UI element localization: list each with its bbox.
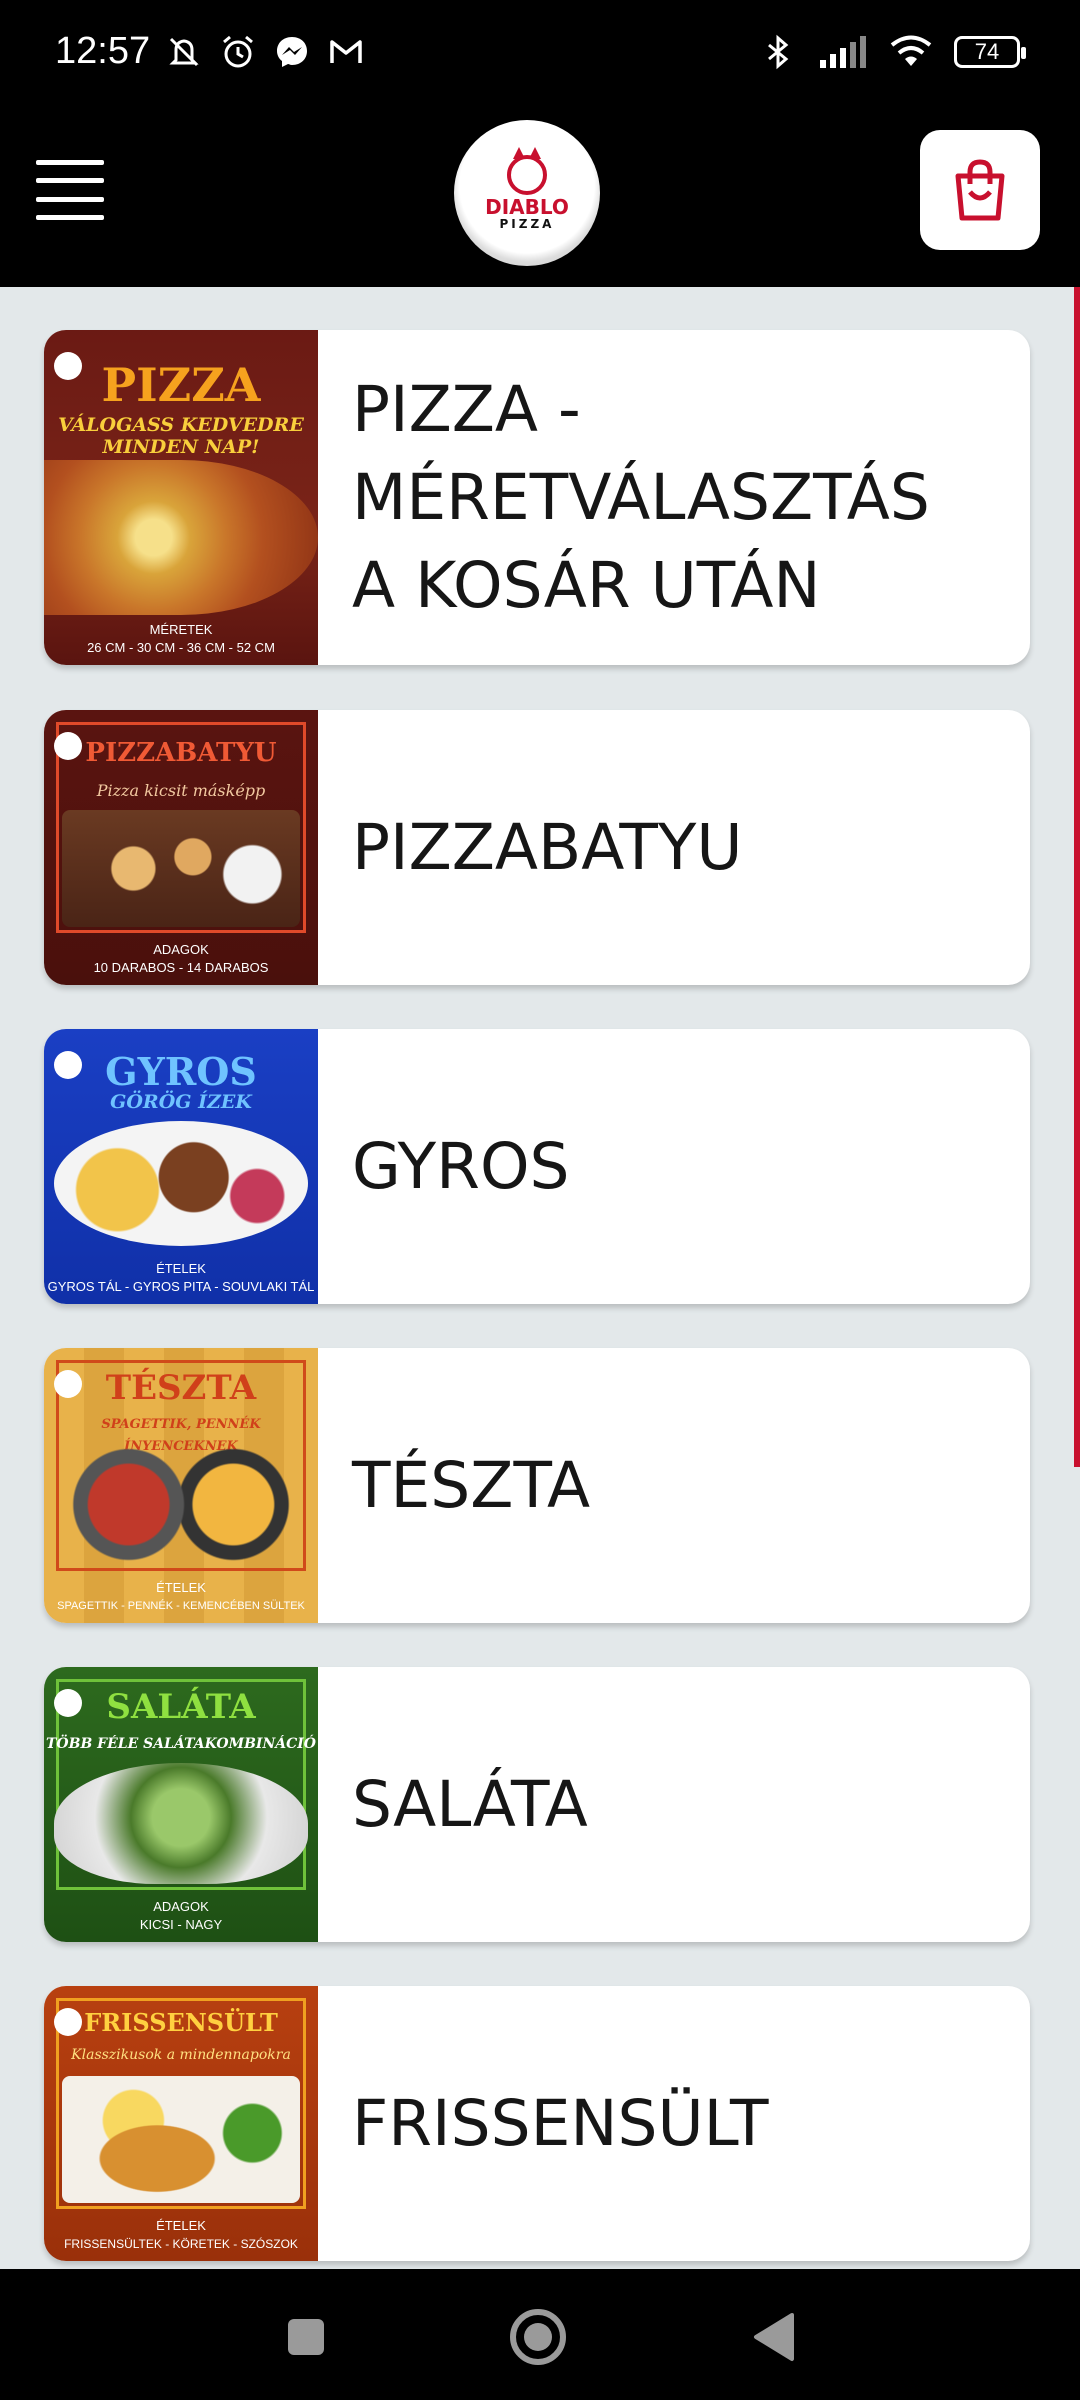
- image-title: SALÁTA: [106, 1687, 256, 1727]
- logo-subtext: PIZZA: [499, 217, 555, 231]
- pizzabatyu-photo: [62, 810, 300, 927]
- frissensult-photo: [62, 2076, 300, 2203]
- category-card-teszta[interactable]: TÉSZTA SPAGETTIK, PENNÉK ÍNYENCEKNEK ÉTE…: [44, 1348, 1030, 1623]
- image-subtitle: GÖRÖG ÍZEK: [110, 1091, 252, 1113]
- gyros-image: GYROS GÖRÖG ÍZEK ÉTELEK GYROS TÁL - GYRO…: [44, 1029, 318, 1304]
- devil-icon: [507, 147, 547, 195]
- logo-text: DIABLO: [485, 195, 569, 219]
- hamburger-icon[interactable]: [36, 160, 104, 220]
- mute-icon: [169, 37, 199, 66]
- gyros-photo: [54, 1121, 308, 1246]
- image-subtitle: VÁLOGASS KEDVEDRE MINDEN NAP!: [58, 414, 304, 458]
- category-card-salata[interactable]: SALÁTA TÖBB FÉLE SALÁTAKOMBINÁCIÓ ADAGOK…: [44, 1667, 1030, 1942]
- image-footer: ÉTELEK FRISSENSÜLTEK - KÖRETEK - SZÓSZOK: [64, 2218, 298, 2251]
- image-title: PIZZA: [101, 358, 261, 412]
- pizza-image: PIZZA VÁLOGASS KEDVEDRE MINDEN NAP! MÉRE…: [44, 330, 318, 665]
- category-card-frissensult[interactable]: FRISSENSÜLT Klasszikusok a mindennapokra…: [44, 1986, 1030, 2261]
- category-card-pizzabatyu[interactable]: PIZZABATYU Pizza kicsit másképp ADAGOK 1…: [44, 710, 1030, 985]
- pizzabatyu-image: PIZZABATYU Pizza kicsit másképp ADAGOK 1…: [44, 710, 318, 985]
- pizza-photo: [44, 460, 318, 615]
- scrollbar[interactable]: [1074, 287, 1080, 1467]
- shopping-bag-icon: [955, 159, 1005, 221]
- recents-icon: [288, 2319, 324, 2355]
- category-list[interactable]: PIZZA VÁLOGASS KEDVEDRE MINDEN NAP! MÉRE…: [0, 287, 1080, 2269]
- teszta-photo: [62, 1444, 300, 1565]
- category-label: PIZZA - MÉRETVÁLASZTÁS A KOSÁR UTÁN: [352, 372, 930, 622]
- image-title: FRISSENSÜLT: [84, 2008, 278, 2037]
- gmail-icon: [330, 39, 362, 63]
- back-icon: [754, 2313, 794, 2361]
- category-card-gyros[interactable]: GYROS GÖRÖG ÍZEK ÉTELEK GYROS TÁL - GYRO…: [44, 1029, 1030, 1304]
- app-bar: DIABLO PIZZA: [0, 112, 1080, 287]
- image-footer: ADAGOK KICSI - NAGY: [139, 1899, 223, 1932]
- salata-image: SALÁTA TÖBB FÉLE SALÁTAKOMBINÁCIÓ ADAGOK…: [44, 1667, 318, 1942]
- salata-photo: [54, 1763, 308, 1884]
- category-label: SALÁTA: [352, 1767, 588, 1841]
- signal-icon: [820, 36, 866, 68]
- clock: 12:57: [55, 30, 151, 72]
- image-footer: ÉTELEK GYROS TÁL - GYROS PITA - SOUVLAKI…: [47, 1261, 315, 1294]
- bluetooth-icon: [768, 34, 789, 70]
- category-label: TÉSZTA: [352, 1448, 591, 1522]
- category-label: GYROS: [352, 1129, 570, 1203]
- logo[interactable]: DIABLO PIZZA: [454, 120, 600, 266]
- image-footer: ADAGOK 10 DARABOS - 14 DARABOS: [93, 942, 269, 975]
- recents-button[interactable]: [276, 2307, 336, 2367]
- cart-button[interactable]: [920, 130, 1040, 250]
- battery-icon: 74: [954, 36, 1026, 68]
- home-icon: [510, 2309, 566, 2365]
- category-label: PIZZABATYU: [352, 810, 743, 884]
- teszta-image: TÉSZTA SPAGETTIK, PENNÉK ÍNYENCEKNEK ÉTE…: [44, 1348, 318, 1623]
- messenger-icon: [277, 36, 308, 67]
- system-nav-bar: [0, 2269, 1080, 2400]
- image-subtitle: Klasszikusok a mindennapokra: [71, 2047, 291, 2063]
- image-subtitle: Pizza kicsit másképp: [96, 781, 266, 800]
- home-button[interactable]: [508, 2307, 568, 2367]
- alarm-icon: [223, 35, 254, 67]
- status-bar: 12:57 74: [0, 0, 1080, 112]
- image-subtitle: TÖBB FÉLE SALÁTAKOMBINÁCIÓ: [46, 1736, 316, 1752]
- image-title: TÉSZTA: [105, 1368, 257, 1408]
- image-title: GYROS: [105, 1049, 257, 1094]
- back-button[interactable]: [744, 2307, 804, 2367]
- image-title: PIZZABATYU: [85, 738, 277, 768]
- image-footer: MÉRETEK 26 CM - 30 CM - 36 CM - 52 CM: [87, 622, 275, 655]
- frissensult-image: FRISSENSÜLT Klasszikusok a mindennapokra…: [44, 1986, 318, 2261]
- image-footer: ÉTELEK SPAGETTIK - PENNÉK - KEMENCÉBEN S…: [57, 1580, 305, 1612]
- category-label: FRISSENSÜLT: [352, 2086, 769, 2160]
- wifi-icon: [890, 35, 932, 66]
- category-card-pizza[interactable]: PIZZA VÁLOGASS KEDVEDRE MINDEN NAP! MÉRE…: [44, 330, 1030, 665]
